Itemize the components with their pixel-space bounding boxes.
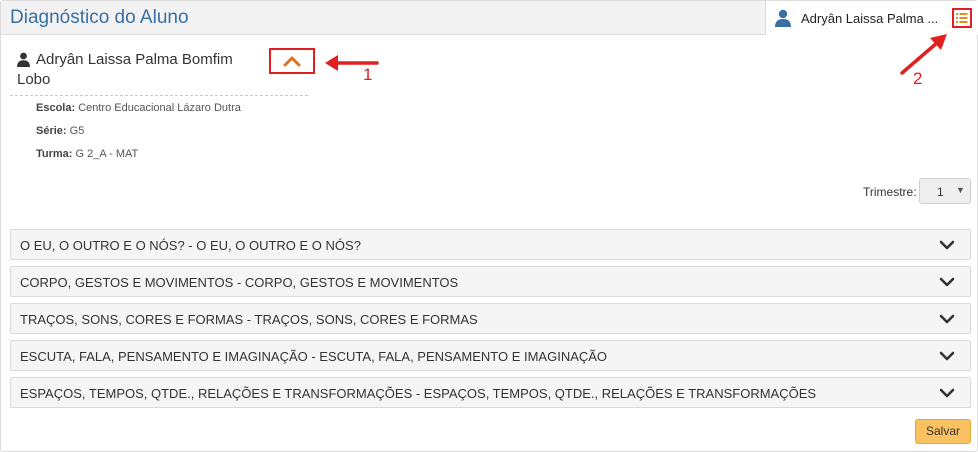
grade-value: G5 <box>66 125 85 137</box>
annotation-number-2: 2 <box>913 69 923 88</box>
collapse-student-button[interactable] <box>269 48 315 74</box>
caret-down-icon: ▼ <box>956 185 965 195</box>
accordion-item[interactable]: TRAÇOS, SONS, CORES E FORMAS - TRAÇOS, S… <box>10 303 971 334</box>
chevron-down-icon <box>939 351 955 361</box>
trimestre-select[interactable]: 1 ▼ <box>919 178 971 204</box>
user-tab-name: Adryân Laissa Palma ... <box>801 11 939 26</box>
accordion-item-label: TRAÇOS, SONS, CORES E FORMAS - TRAÇOS, S… <box>20 312 478 327</box>
list-toggle-button[interactable] <box>952 8 972 28</box>
trimestre-selected-value: 1 <box>937 185 944 199</box>
accordion-item-label: ESCUTA, FALA, PENSAMENTO E IMAGINAÇÃO - … <box>20 349 608 364</box>
student-name: Adryân Laissa Palma Bomfim Lobo <box>17 51 233 88</box>
class-value: G 2_A - MAT <box>72 148 139 160</box>
accordion-item[interactable]: CORPO, GESTOS E MOVIMENTOS - CORPO, GEST… <box>10 266 971 297</box>
accordion-item-label: CORPO, GESTOS E MOVIMENTOS - CORPO, GEST… <box>20 275 459 290</box>
annotation-arrow-1 <box>325 55 379 71</box>
accordion-item[interactable]: O EU, O OUTRO E O NÓS? - O EU, O OUTRO E… <box>10 229 971 260</box>
accordion-item[interactable]: ESPAÇOS, TEMPOS, QTDE., RELAÇÕES E TRANS… <box>10 377 971 408</box>
class-line: Turma: G 2_A - MAT <box>36 148 138 160</box>
accordion-item-label: O EU, O OUTRO E O NÓS? - O EU, O OUTRO E… <box>20 238 361 253</box>
class-label: Turma: <box>36 148 73 160</box>
user-icon <box>773 8 793 28</box>
chevron-down-icon <box>939 388 955 398</box>
grade-label: Série: <box>36 125 67 137</box>
school-line: Escola: Centro Educacional Lázaro Dutra <box>36 102 241 114</box>
header: Diagnóstico do Aluno Adryân Laissa Palma… <box>1 1 978 35</box>
chevron-down-icon <box>939 240 955 250</box>
accordion-item-label: ESPAÇOS, TEMPOS, QTDE., RELAÇÕES E TRANS… <box>20 386 817 401</box>
header-bar: Diagnóstico do Aluno <box>1 1 765 35</box>
chevron-down-icon <box>939 314 955 324</box>
save-button[interactable]: Salvar <box>915 419 971 444</box>
chevron-up-icon <box>283 56 301 67</box>
page-title: Diagnóstico do Aluno <box>10 7 189 28</box>
accordion-item[interactable]: ESCUTA, FALA, PENSAMENTO E IMAGINAÇÃO - … <box>10 340 971 371</box>
school-value: Centro Educacional Lázaro Dutra <box>75 102 241 114</box>
trimestre-label: Trimestre: <box>863 185 917 199</box>
divider <box>10 95 308 96</box>
list-icon <box>956 13 968 23</box>
annotation-number-1: 1 <box>363 65 373 84</box>
school-label: Escola: <box>36 102 76 114</box>
page-container: Diagnóstico do Aluno Adryân Laissa Palma… <box>0 0 978 452</box>
chevron-down-icon <box>939 277 955 287</box>
grade-line: Série: G5 <box>36 125 84 137</box>
